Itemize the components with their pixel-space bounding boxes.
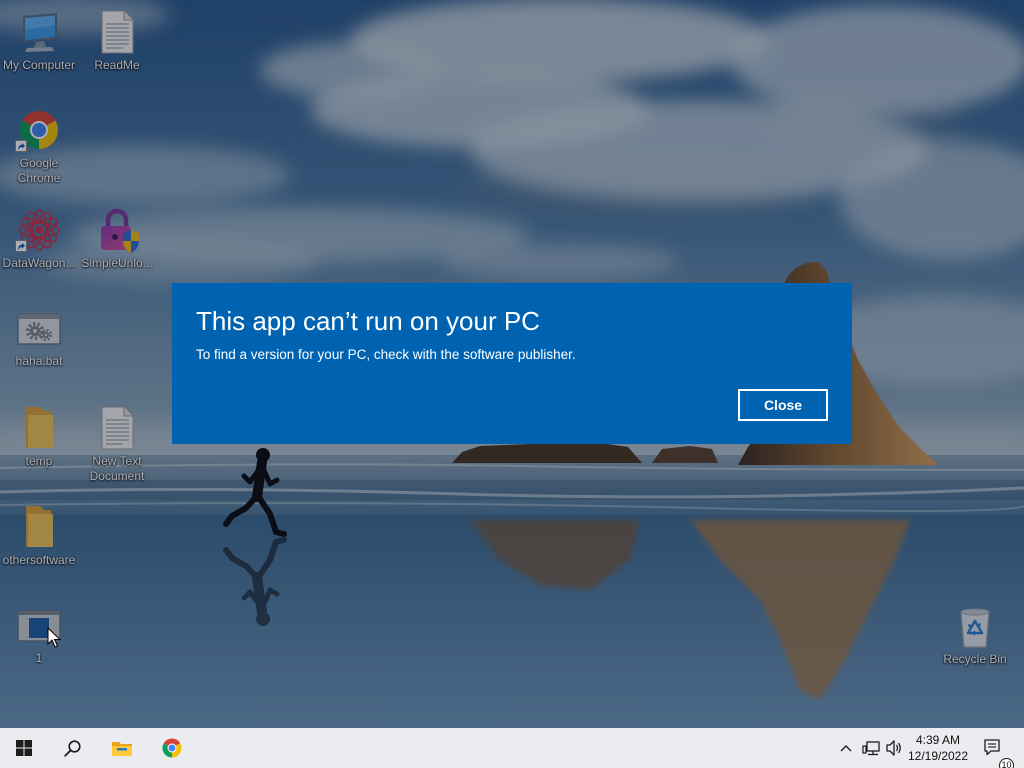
dialog-message: To find a version for your PC, check wit…: [196, 347, 576, 362]
app-cant-run-dialog: This app can’t run on your PC To find a …: [172, 283, 852, 444]
file-explorer-button[interactable]: [98, 728, 146, 768]
notification-icon: 10: [983, 738, 1014, 768]
close-button[interactable]: Close: [738, 389, 828, 421]
dialog-title: This app can’t run on your PC: [196, 306, 540, 336]
search-icon: [63, 739, 81, 757]
show-hidden-icons-button[interactable]: [834, 728, 858, 768]
action-center-button[interactable]: 10: [978, 728, 1014, 768]
taskbar-clock[interactable]: 4:39 AM 12/19/2022: [904, 728, 972, 768]
search-button[interactable]: [48, 728, 96, 768]
notification-count-badge: 10: [999, 758, 1014, 768]
clock-date: 12/19/2022: [907, 749, 969, 763]
desktop: My Computer ReadMe Google Chrome DataWag…: [0, 0, 1024, 728]
start-button[interactable]: [0, 728, 48, 768]
volume-icon: [885, 739, 903, 757]
network-icon: [862, 740, 880, 756]
volume-button[interactable]: [882, 728, 906, 768]
network-button[interactable]: [859, 728, 883, 768]
file-explorer-icon: [111, 739, 133, 757]
chrome-icon: [160, 736, 184, 760]
arrow-cursor-icon: [47, 626, 62, 649]
clock-time: 4:39 AM: [915, 733, 961, 747]
chevron-up-icon: [839, 742, 853, 754]
chrome-taskbar-button[interactable]: [148, 728, 196, 768]
windows-start-icon: [16, 740, 32, 756]
taskbar: 4:39 AM 12/19/2022 10: [0, 728, 1024, 768]
